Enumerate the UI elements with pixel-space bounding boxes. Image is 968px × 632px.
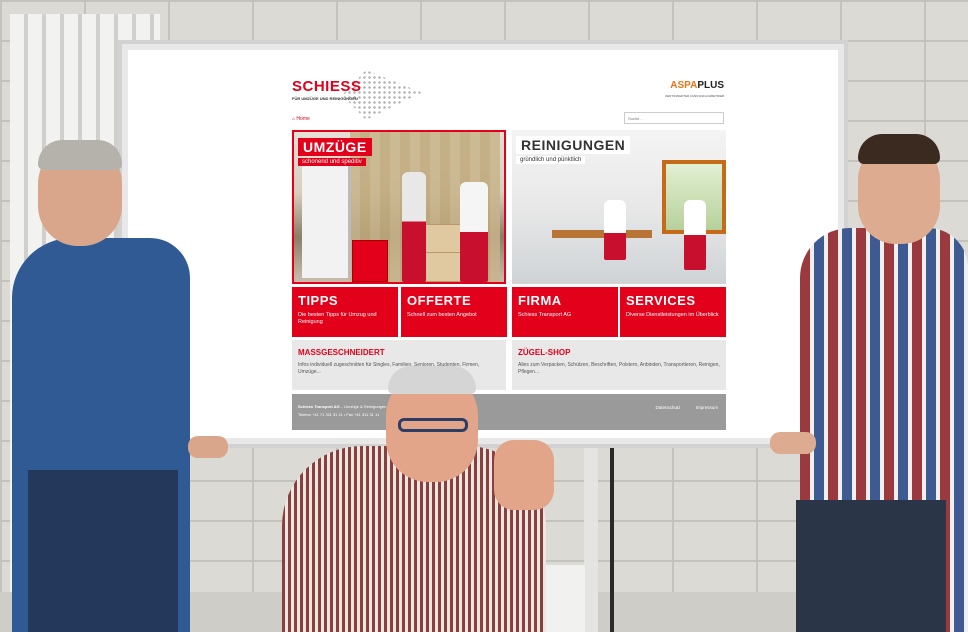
red-sign <box>352 240 388 282</box>
conference-table <box>552 230 652 238</box>
hero-reinigungen[interactable]: REINIGUNGEN gründlich und pünktlich <box>512 130 726 284</box>
home-link-label: Home <box>296 116 310 122</box>
tile-tipps-text: Die besten Tipps für Umzug und Reinigung <box>298 312 377 325</box>
cleaner-worker <box>604 200 626 260</box>
tile-services[interactable]: SERVICES Diverse Dienstleistungen im Übe… <box>620 287 726 337</box>
monitor-stand <box>584 448 598 632</box>
website: SCHIESS FÜR UMZÜGE UND REINIGUNGEN ASPAP… <box>292 66 726 430</box>
info-zuegel-shop-text: Alles zum Verpacken, Schützen, Beschrift… <box>518 362 720 375</box>
aspa-plus-logo[interactable]: ASPAPLUS <box>670 80 724 91</box>
logo-tagline: FÜR UMZÜGE UND REINIGUNGEN <box>292 96 358 101</box>
footer-link-privacy[interactable]: Datenschutz <box>655 405 680 410</box>
site-footer: Schiess Transport AG – Umzüge & Reinigun… <box>292 394 726 430</box>
footer-contact: Telefon +41 71 311 31 11 • Fax +41 311 3… <box>298 412 380 417</box>
tile-firma-title: FIRMA <box>518 293 562 308</box>
man-right-jeans <box>796 500 946 632</box>
tile-firma[interactable]: FIRMA Schiess Transport AG <box>512 287 618 337</box>
tile-tipps[interactable]: TIPPS Die besten Tipps für Umzug und Rei… <box>292 287 398 337</box>
truck-door-photo <box>302 162 351 278</box>
tile-offerte[interactable]: OFFERTE Schnell zum besten Angebot <box>401 287 507 337</box>
info-massgeschneidert-title: MASSGESCHNEIDERT <box>298 348 385 357</box>
home-link[interactable]: ⌂ Home <box>292 116 310 122</box>
aspa-plus-text: PLUS <box>697 80 724 91</box>
tile-tipps-title: TIPPS <box>298 293 339 308</box>
tile-firma-text: Schiess Transport AG <box>518 312 572 318</box>
schiess-logo[interactable]: SCHIESS <box>292 78 361 95</box>
man-right-hand <box>770 432 816 454</box>
display-screen: SCHIESS FÜR UMZÜGE UND REINIGUNGEN ASPAP… <box>128 50 838 438</box>
man-center-hair <box>388 366 476 394</box>
man-left-jeans <box>28 470 178 632</box>
aspa-tagline: ZERTIFIZIERTER UMZUGSFACHBETRIEB <box>665 94 724 98</box>
man-center-arm <box>494 440 554 510</box>
tile-services-text: Diverse Dienstleistungen im Überblick <box>626 312 719 318</box>
footer-company: Schiess Transport AG <box>298 404 340 409</box>
footer-links: Datenschutz Impressum <box>641 405 718 410</box>
info-zuegel-shop[interactable]: ZÜGEL-SHOP Alles zum Verpacken, Schützen… <box>512 340 726 390</box>
man-right-hair <box>858 134 940 164</box>
mover-worker <box>402 172 426 282</box>
hero-reinigungen-title: REINIGUNGEN <box>516 136 631 154</box>
footer-link-imprint[interactable]: Impressum <box>696 405 718 410</box>
man-left-hair <box>38 140 122 170</box>
cleaner-worker <box>684 200 706 270</box>
aspa-logo-text: ASPA <box>670 80 698 91</box>
info-zuegel-shop-title: ZÜGEL-SHOP <box>518 348 571 357</box>
power-cable <box>610 448 614 632</box>
tile-offerte-text: Schnell zum besten Angebot <box>407 312 477 318</box>
search-input[interactable] <box>624 112 724 124</box>
large-display: SCHIESS FÜR UMZÜGE UND REINIGUNGEN ASPAP… <box>118 40 848 448</box>
hero-reinigungen-subtitle: gründlich und pünktlich <box>516 156 586 164</box>
hero-umzuege-title: UMZÜGE <box>298 138 372 156</box>
tile-offerte-title: OFFERTE <box>407 293 472 308</box>
hero-umzuege[interactable]: UMZÜGE schonend und speditiv <box>292 130 506 284</box>
hero-umzuege-subtitle: schonend und speditiv <box>298 158 366 166</box>
mover-worker <box>460 182 488 282</box>
man-left-hand <box>188 436 228 458</box>
tile-services-title: SERVICES <box>626 293 696 308</box>
moving-box <box>422 252 464 282</box>
glasses <box>398 418 468 432</box>
